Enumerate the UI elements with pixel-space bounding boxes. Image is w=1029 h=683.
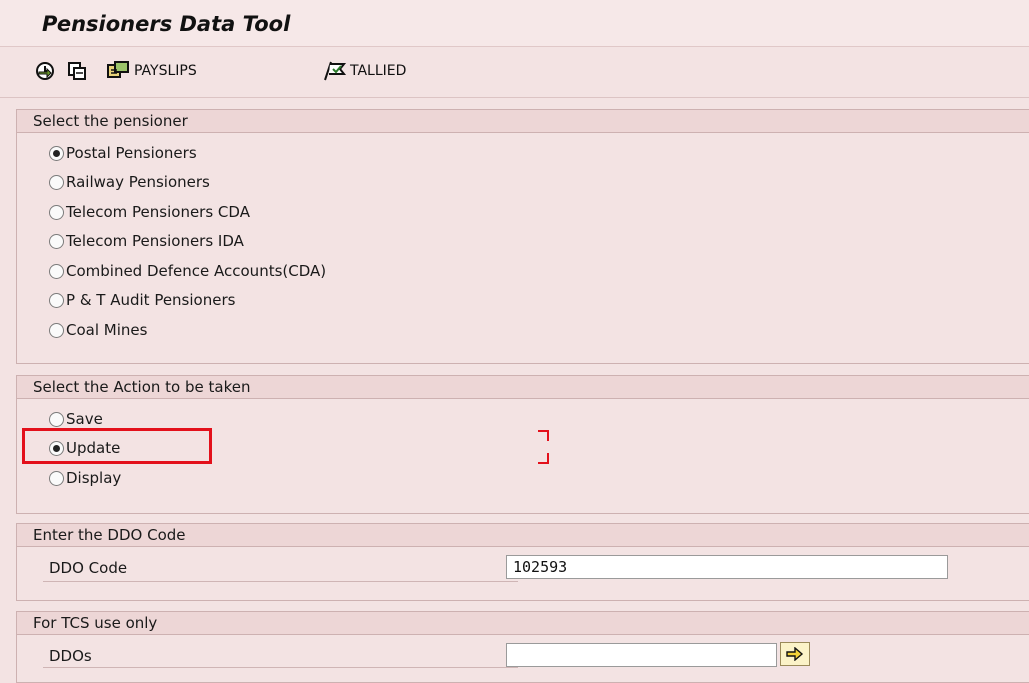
radio-label: Combined Defence Accounts(CDA) [66, 262, 327, 280]
ddos-execute-button[interactable] [780, 642, 810, 666]
ddo-code-input[interactable] [506, 555, 948, 579]
selection-mark [538, 453, 549, 464]
divider [43, 581, 518, 582]
tcs-group: For TCS use only DDOs [16, 611, 1029, 683]
radio-button[interactable] [49, 411, 64, 427]
execute-icon [36, 62, 54, 80]
update-highlight-box [22, 428, 212, 464]
ddo-code-label: DDO Code [49, 559, 128, 577]
radio-label: Railway Pensioners [66, 173, 210, 191]
radio-button[interactable] [49, 204, 64, 220]
arrow-right-icon [786, 647, 804, 661]
tallied-button[interactable]: TALLIED [322, 59, 406, 83]
radio-button[interactable] [49, 263, 64, 279]
radio-pt-audit-pensioners[interactable]: P & T Audit Pensioners [49, 289, 235, 311]
radio-label: Telecom Pensioners CDA [66, 203, 250, 221]
tcs-group-title: For TCS use only [17, 612, 1029, 635]
pensioner-group-title: Select the pensioner [17, 110, 1029, 133]
radio-label: Postal Pensioners [66, 144, 197, 162]
title-bar: Pensioners Data Tool [0, 0, 1029, 47]
radio-telecom-pensioners-cda[interactable]: Telecom Pensioners CDA [49, 201, 250, 223]
radio-label: P & T Audit Pensioners [66, 291, 236, 309]
selection-mark [538, 430, 549, 441]
copy-icon [68, 62, 86, 80]
pensioner-group: Select the pensioner Postal Pensioners R… [16, 109, 1029, 364]
application-toolbar: PAYSLIPS TALLIED [0, 47, 1029, 98]
radio-telecom-pensioners-ida[interactable]: Telecom Pensioners IDA [49, 230, 244, 252]
ddos-label: DDOs [49, 647, 92, 665]
radio-combined-defence-accounts[interactable]: Combined Defence Accounts(CDA) [49, 260, 326, 282]
radio-coal-mines[interactable]: Coal Mines [49, 319, 147, 341]
payslips-button[interactable]: PAYSLIPS [106, 59, 197, 83]
payslips-label: PAYSLIPS [134, 63, 197, 79]
radio-display[interactable]: Display [49, 467, 121, 489]
payslips-icon [107, 61, 129, 78]
tallied-icon [324, 61, 347, 81]
radio-railway-pensioners[interactable]: Railway Pensioners [49, 171, 210, 193]
radio-button[interactable] [49, 174, 64, 190]
radio-label: Telecom Pensioners IDA [66, 232, 244, 250]
ddo-group-title: Enter the DDO Code [17, 524, 1029, 547]
radio-save[interactable]: Save [49, 408, 103, 430]
divider [43, 667, 518, 668]
radio-button[interactable] [49, 322, 64, 338]
radio-label: Coal Mines [66, 321, 148, 339]
ddo-group: Enter the DDO Code DDO Code [16, 523, 1029, 601]
radio-label: Save [66, 410, 103, 428]
radio-postal-pensioners[interactable]: Postal Pensioners [49, 142, 197, 164]
action-group-title: Select the Action to be taken [17, 376, 1029, 399]
tallied-label: TALLIED [350, 63, 407, 79]
radio-button[interactable] [49, 292, 64, 308]
ddos-input[interactable] [506, 643, 777, 667]
radio-label: Display [66, 469, 122, 487]
radio-button[interactable] [49, 233, 64, 249]
copy-button[interactable] [66, 59, 88, 83]
radio-button-selected[interactable] [49, 145, 64, 161]
radio-button[interactable] [49, 470, 64, 486]
page-title: Pensioners Data Tool [42, 12, 291, 36]
execute-button[interactable] [34, 59, 56, 83]
